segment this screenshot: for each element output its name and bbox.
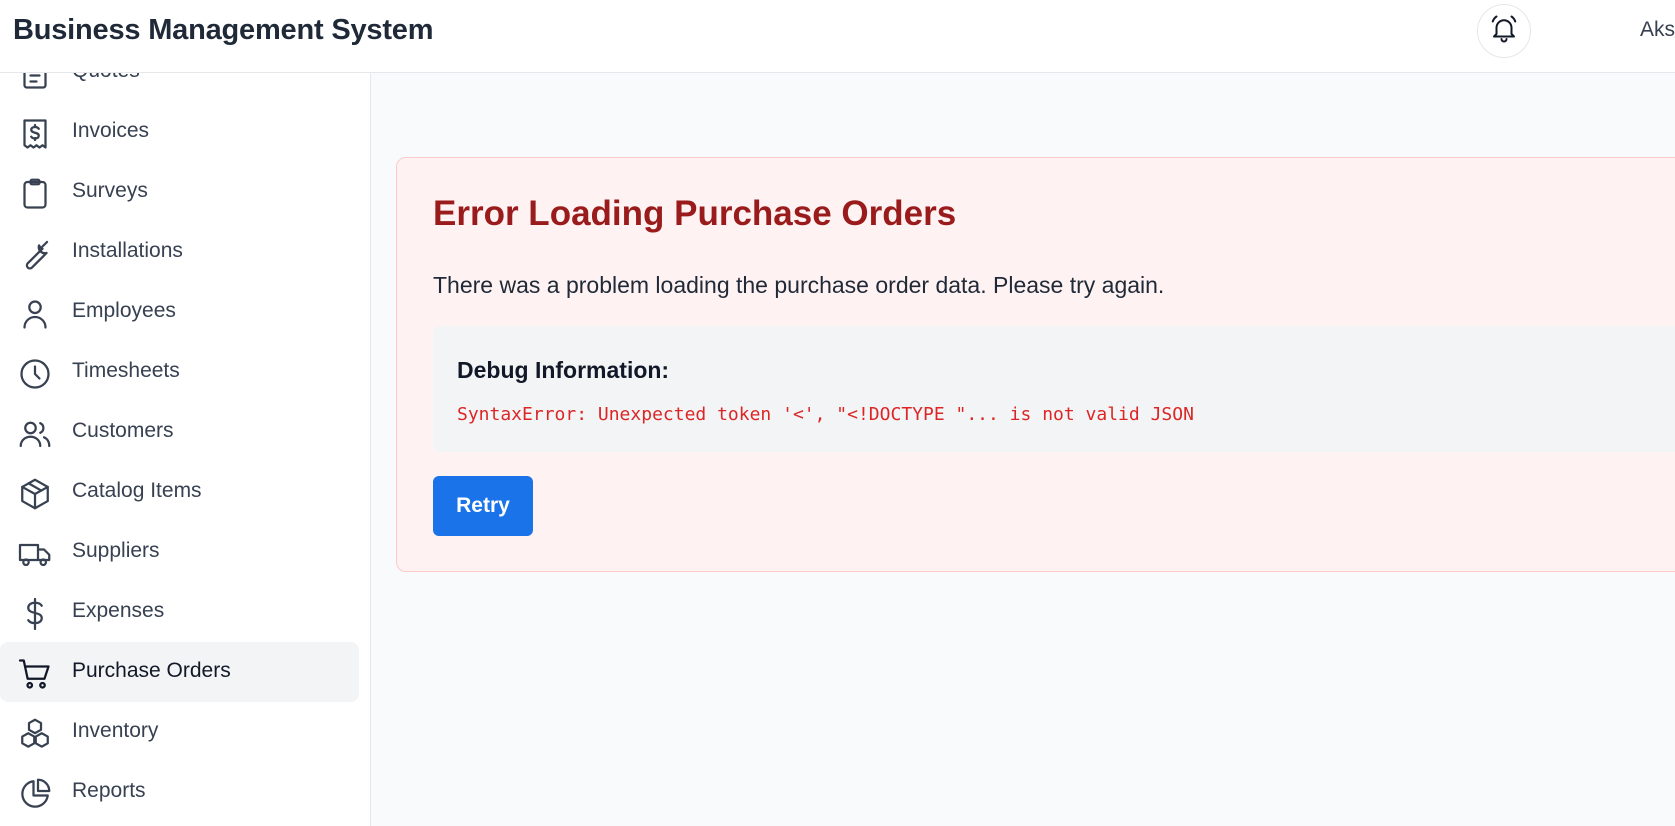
sidebar: Quotes Invoices Surveys Installations Em…	[0, 73, 371, 826]
truck-icon	[17, 536, 53, 572]
error-card: Error Loading Purchase Orders There was …	[396, 157, 1675, 572]
cube-icon	[17, 476, 53, 512]
retry-button[interactable]: Retry	[433, 476, 533, 536]
debug-error-text: SyntaxError: Unexpected token '<', "<!DO…	[457, 404, 1194, 425]
sidebar-item-label: Suppliers	[72, 539, 160, 562]
top-header: Business Management System Aks	[0, 0, 1675, 73]
sidebar-item-surveys[interactable]: Surveys	[0, 162, 359, 222]
debug-title: Debug Information:	[457, 357, 670, 383]
sidebar-item-label: Catalog Items	[72, 479, 202, 502]
sidebar-item-label: Expenses	[72, 599, 165, 622]
bell-icon	[1489, 14, 1519, 49]
sidebar-item-label: Surveys	[72, 179, 148, 202]
sidebar-item-label: Inventory	[72, 719, 159, 742]
sidebar-item-catalog-items[interactable]: Catalog Items	[0, 462, 359, 522]
sidebar-item-label: Reports	[72, 779, 146, 802]
debug-info-box: Debug Information: SyntaxError: Unexpect…	[433, 326, 1675, 452]
sidebar-item-employees[interactable]: Employees	[0, 282, 359, 342]
user-icon	[17, 296, 53, 332]
pie-chart-icon	[17, 776, 53, 812]
receipt-dollar-icon	[17, 116, 53, 152]
error-title: Error Loading Purchase Orders	[433, 194, 957, 233]
sidebar-item-inventory[interactable]: Inventory	[0, 702, 359, 762]
error-message: There was a problem loading the purchase…	[433, 272, 1165, 298]
sidebar-item-label: Invoices	[72, 119, 150, 142]
document-list-icon	[17, 73, 53, 92]
app-title: Business Management System	[13, 14, 434, 46]
sidebar-item-label: Purchase Orders	[72, 659, 231, 682]
sidebar-item-expenses[interactable]: Expenses	[0, 582, 359, 642]
sidebar-item-invoices[interactable]: Invoices	[0, 102, 359, 162]
sidebar-item-timesheets[interactable]: Timesheets	[0, 342, 359, 402]
sidebar-item-installations[interactable]: Installations	[0, 222, 359, 282]
user-menu[interactable]: Aks	[1640, 18, 1675, 42]
sidebar-item-reports[interactable]: Reports	[0, 762, 359, 822]
clock-icon	[17, 356, 53, 392]
sidebar-item-label: Quotes	[72, 73, 140, 83]
sidebar-item-customers[interactable]: Customers	[0, 402, 359, 462]
sidebar-item-label: Employees	[72, 299, 176, 322]
cart-icon	[17, 656, 53, 692]
sidebar-item-purchase-orders[interactable]: Purchase Orders	[0, 642, 359, 702]
cubes-icon	[17, 716, 53, 752]
clipboard-icon	[17, 176, 53, 212]
sidebar-item-label: Installations	[72, 239, 183, 262]
sidebar-item-label: Timesheets	[72, 359, 180, 382]
wrench-icon	[17, 236, 53, 272]
sidebar-item-quotes[interactable]: Quotes	[0, 73, 359, 102]
users-icon	[17, 416, 53, 452]
dollar-icon	[17, 596, 53, 632]
notifications-button[interactable]	[1477, 4, 1531, 58]
sidebar-item-suppliers[interactable]: Suppliers	[0, 522, 359, 582]
main-content: Error Loading Purchase Orders There was …	[372, 73, 1675, 826]
sidebar-item-label: Customers	[72, 419, 174, 442]
